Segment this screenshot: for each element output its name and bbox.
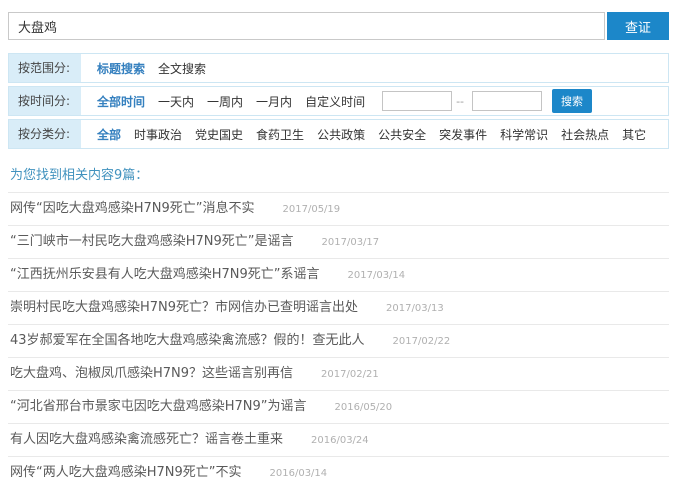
filter-option[interactable]: 公共安全 xyxy=(378,126,426,143)
results-header: 为您找到相关内容9篇： xyxy=(10,168,149,183)
filter-option[interactable]: 公共政策 xyxy=(317,126,365,143)
filter-option[interactable]: 标题搜索 xyxy=(97,60,145,77)
result-item: “三门峡市一村民吃大盘鸡感染H7N9死亡”是谣言 2017/03/17 xyxy=(8,225,669,258)
filter-option[interactable]: 全部时间 xyxy=(97,93,145,110)
date-start-input[interactable] xyxy=(382,91,453,111)
result-title-link[interactable]: “江西抚州乐安县有人吃大盘鸡感染H7N9死亡”系谣言 xyxy=(10,266,320,284)
filter-options: 标题搜索 全文搜索 xyxy=(81,54,219,82)
verify-button[interactable]: 查证 xyxy=(607,12,669,40)
result-title-link[interactable]: “河北省邢台市景家屯因吃大盘鸡感染H7N9”为谣言 xyxy=(10,398,307,416)
result-item: 吃大盘鸡、泡椒凤爪感染H7N9？这些谣言别再信 2017/02/21 xyxy=(8,357,669,390)
filter-label: 按时间分: xyxy=(9,87,81,115)
filter-row-time: 按时间分: 全部时间 一天内 一周内 一月内 自定义时间 -- 搜索 xyxy=(8,86,669,116)
filter-option[interactable]: 党史国史 xyxy=(195,126,243,143)
result-date: 2017/03/17 xyxy=(321,236,380,248)
result-item: “河北省邢台市景家屯因吃大盘鸡感染H7N9”为谣言 2016/05/20 xyxy=(8,390,669,423)
result-item: 有人因吃大盘鸡感染禽流感死亡？谣言卷土重来 2016/03/24 xyxy=(8,423,669,456)
result-item: 43岁郝爱军在全国各地吃大盘鸡感染禽流感？假的！查无此人 2017/02/22 xyxy=(8,324,669,357)
date-range-separator: -- xyxy=(456,94,465,108)
filter-option[interactable]: 科学常识 xyxy=(500,126,548,143)
result-list: 网传“因吃大盘鸡感染H7N9死亡”消息不实 2017/05/19 “三门峡市一村民吃… xyxy=(8,192,669,489)
filter-option[interactable]: 一月内 xyxy=(256,93,292,110)
result-date: 2016/03/14 xyxy=(269,467,328,479)
filter-label: 按范围分: xyxy=(9,54,81,82)
date-search-button[interactable]: 搜索 xyxy=(552,89,593,113)
page: 查证 按范围分:标题搜索全文搜索按时间分:全部时间一天内一周内一月内自定义时间-… xyxy=(0,0,677,489)
filter-label: 按分类分: xyxy=(9,120,81,148)
result-date: 2017/03/14 xyxy=(347,269,406,281)
result-title-link[interactable]: 有人因吃大盘鸡感染禽流感死亡？谣言卷土重来 xyxy=(10,431,283,449)
result-item: “江西抚州乐安县有人吃大盘鸡感染H7N9死亡”系谣言 2017/03/14 xyxy=(8,258,669,291)
date-end-input[interactable] xyxy=(472,91,543,111)
result-date: 2017/02/21 xyxy=(321,368,379,380)
search-input[interactable] xyxy=(8,12,605,40)
filter-row-scope: 按范围分: 标题搜索 全文搜索 xyxy=(8,53,669,83)
filter-row-category: 按分类分: 全部 时事政治 党史国史 食药卫生 公共政策 公共安全 突发事件 科学常识 社会热点其… xyxy=(8,119,669,149)
result-item: 网传“因吃大盘鸡感染H7N9死亡”消息不实 2017/05/19 xyxy=(8,192,669,225)
filter-option[interactable]: 全部 xyxy=(97,126,121,143)
result-title-link[interactable]: 网传“两人吃大盘鸡感染H7N9死亡”不实 xyxy=(10,464,242,482)
filter-option[interactable]: 突发事件 xyxy=(439,126,487,143)
filter-option[interactable]: 自定义时间 xyxy=(305,93,365,110)
result-date: 2016/05/20 xyxy=(334,401,393,413)
filter-option[interactable]: 时事政治 xyxy=(134,126,182,143)
filter-option[interactable]: 一周内 xyxy=(207,93,243,110)
result-title-link[interactable]: 网传“因吃大盘鸡感染H7N9死亡”消息不实 xyxy=(10,200,255,218)
result-title-link[interactable]: 崇明村民吃大盘鸡感染H7N9死亡？市网信办已查明谣言出处 xyxy=(10,299,358,317)
filter-option[interactable]: 其它 xyxy=(622,126,646,143)
result-title-link[interactable]: “三门峡市一村民吃大盘鸡感染H7N9死亡”是谣言 xyxy=(10,233,294,251)
result-item: 网传“两人吃大盘鸡感染H7N9死亡”不实 2016/03/14 xyxy=(8,456,669,489)
result-date: 2016/03/24 xyxy=(311,434,369,446)
result-date: 2017/05/19 xyxy=(282,203,341,215)
filter-option[interactable]: 一天内 xyxy=(158,93,194,110)
filter-panel: 按范围分: 标题搜索 全文搜索 按时间分: 全部时间 一天内 一周内 一月内 自定义时间 -- 搜索… xyxy=(8,53,669,149)
search-bar: 查证 xyxy=(8,12,669,40)
result-title-link[interactable]: 吃大盘鸡、泡椒凤爪感染H7N9？这些谣言别再信 xyxy=(10,365,293,383)
filter-options: 全部时间 一天内 一周内 一月内 自定义时间 -- 搜索 xyxy=(81,87,593,115)
filter-option[interactable]: 社会热点 xyxy=(561,126,609,143)
result-date: 2017/02/22 xyxy=(392,335,451,347)
filter-options: 全部 时事政治 党史国史 食药卫生 公共政策 公共安全 突发事件 科学常识 社会热点 其它 xyxy=(81,120,659,148)
result-item: 崇明村民吃大盘鸡感染H7N9死亡？市网信办已查明谣言出处 2017/03/13 xyxy=(8,291,669,324)
filter-option[interactable]: 全文搜索 xyxy=(158,60,206,77)
result-title-link[interactable]: 43岁郝爱军在全国各地吃大盘鸡感染禽流感？假的！查无此人 xyxy=(10,332,365,350)
result-date: 2017/03/13 xyxy=(386,302,444,314)
filter-option[interactable]: 食药卫生 xyxy=(256,126,304,143)
